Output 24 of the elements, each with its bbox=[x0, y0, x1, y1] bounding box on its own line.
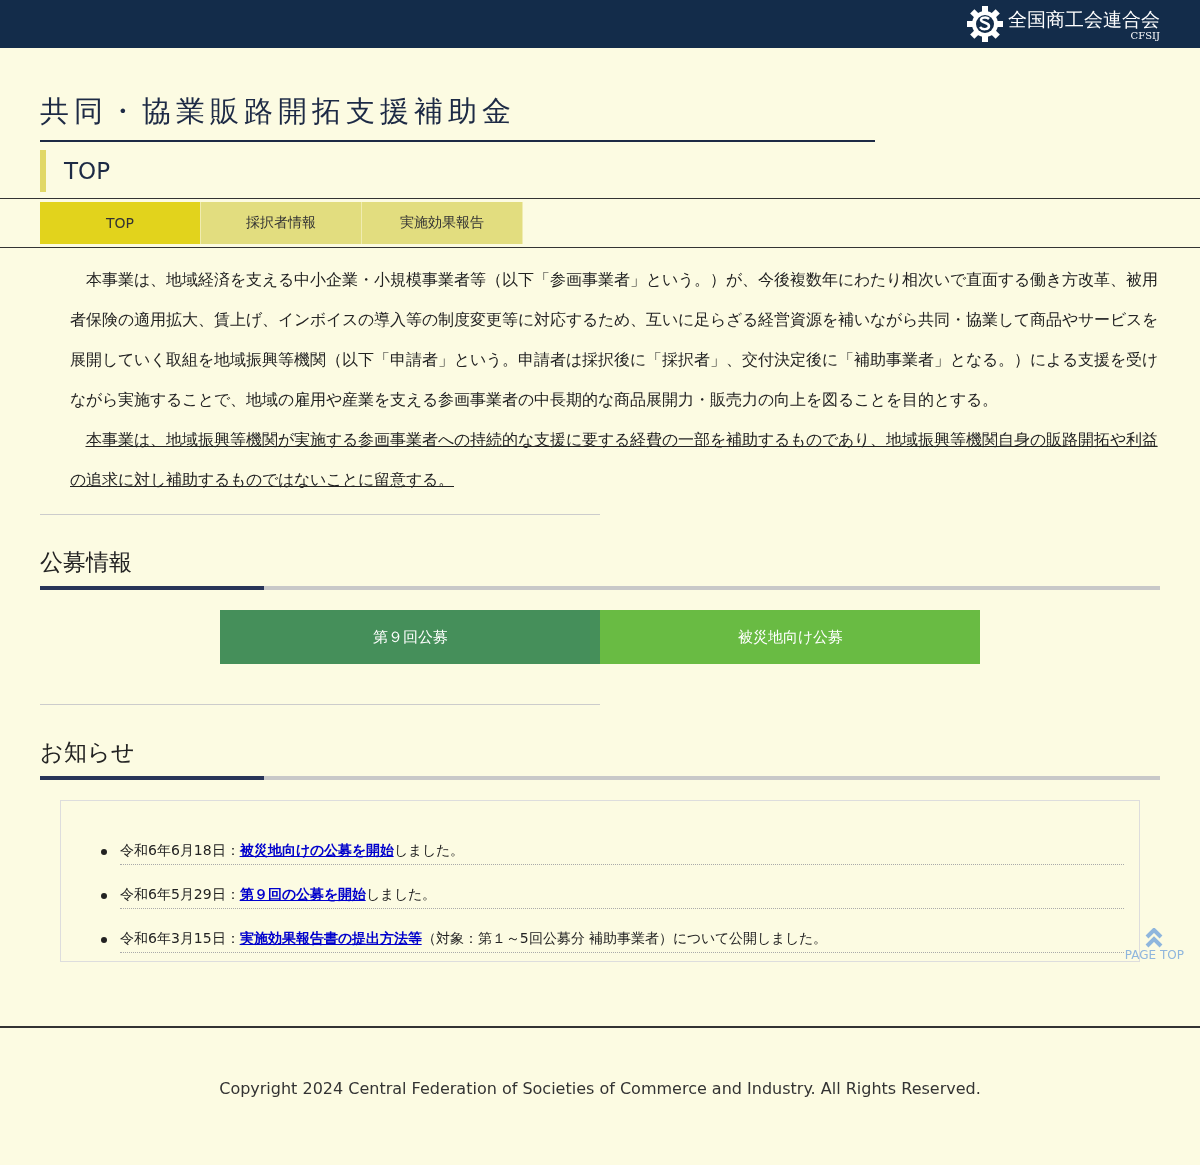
nav-tab[interactable]: 実施効果報告 bbox=[362, 202, 523, 244]
recruitment-button[interactable]: 第９回公募 bbox=[220, 610, 600, 664]
news-item: 令和6年5月29日：第９回の公募を開始 しました。 bbox=[120, 883, 1124, 909]
section-heading: お知らせ bbox=[40, 738, 136, 767]
news-item: 令和6年3月15日：実施効果報告書の提出方法等（対象：第１～5回公募分 補助事業者）について公開しました。 bbox=[120, 927, 1124, 953]
page-title: 共同・協業販路開拓支援補助金 bbox=[40, 92, 875, 142]
nav-tab[interactable]: 採択者情報 bbox=[201, 202, 362, 244]
news-link[interactable]: 被災地向けの公募を開始 bbox=[239, 842, 394, 858]
intro-paragraph: 本事業は、地域振興等機関が実施する参画事業者への持続的な支援に要する経費の一部を補助するものであり、地域振興等機関自身の販路開拓や利益の追求に対し補助するものではないことに留意する。 bbox=[70, 430, 1158, 491]
intro-paragraph: 本事業は、地域経済を支える中小企業・小規模事業者等（以下「参画事業者」という。）が、今後複数年にわたり相次いで直面する働き方改革、被用者保険の適用拡大、賃上げ、インボイスの導入等の制度変更等に対応するため、互いに足らざる経営資源を補いながら共同・協業して商品やサービスを展開していく取組を地域振興等機関（以下「申請者」という。申請者は採択後に「採択者」、交付決定後に「補助事業者」となる。）による支援を受けながら実施することで、地域の雇用や産業を支える参画事業者の中長期的な商品展開力・販売力の向上を図ることを目的とする。 bbox=[70, 270, 1158, 411]
double-chevron-up-icon bbox=[1145, 928, 1164, 948]
section-heading: 公募情報 bbox=[40, 548, 133, 577]
bullet-icon bbox=[101, 937, 107, 943]
page-subtitle: TOP bbox=[40, 150, 1160, 192]
news-item: 令和6年6月18日：被災地向けの公募を開始 しました。 bbox=[120, 839, 1124, 865]
bullet-icon bbox=[101, 893, 107, 899]
nav-tab[interactable]: TOP bbox=[40, 202, 201, 244]
news-link[interactable]: 実施効果報告書の提出方法等 bbox=[239, 930, 422, 946]
news-link[interactable]: 第９回の公募を開始 bbox=[239, 886, 366, 902]
logo-text: 全国商工会連合会 bbox=[1008, 7, 1160, 30]
logo-subtext: CFSIJ bbox=[1130, 29, 1160, 41]
copyright-text: Copyright 2024 Central Federation of Societies of Commerce and Industry. All Rights Reserved. bbox=[219, 1078, 981, 1098]
gear-logo-icon bbox=[966, 5, 1004, 43]
bullet-icon bbox=[101, 849, 107, 855]
